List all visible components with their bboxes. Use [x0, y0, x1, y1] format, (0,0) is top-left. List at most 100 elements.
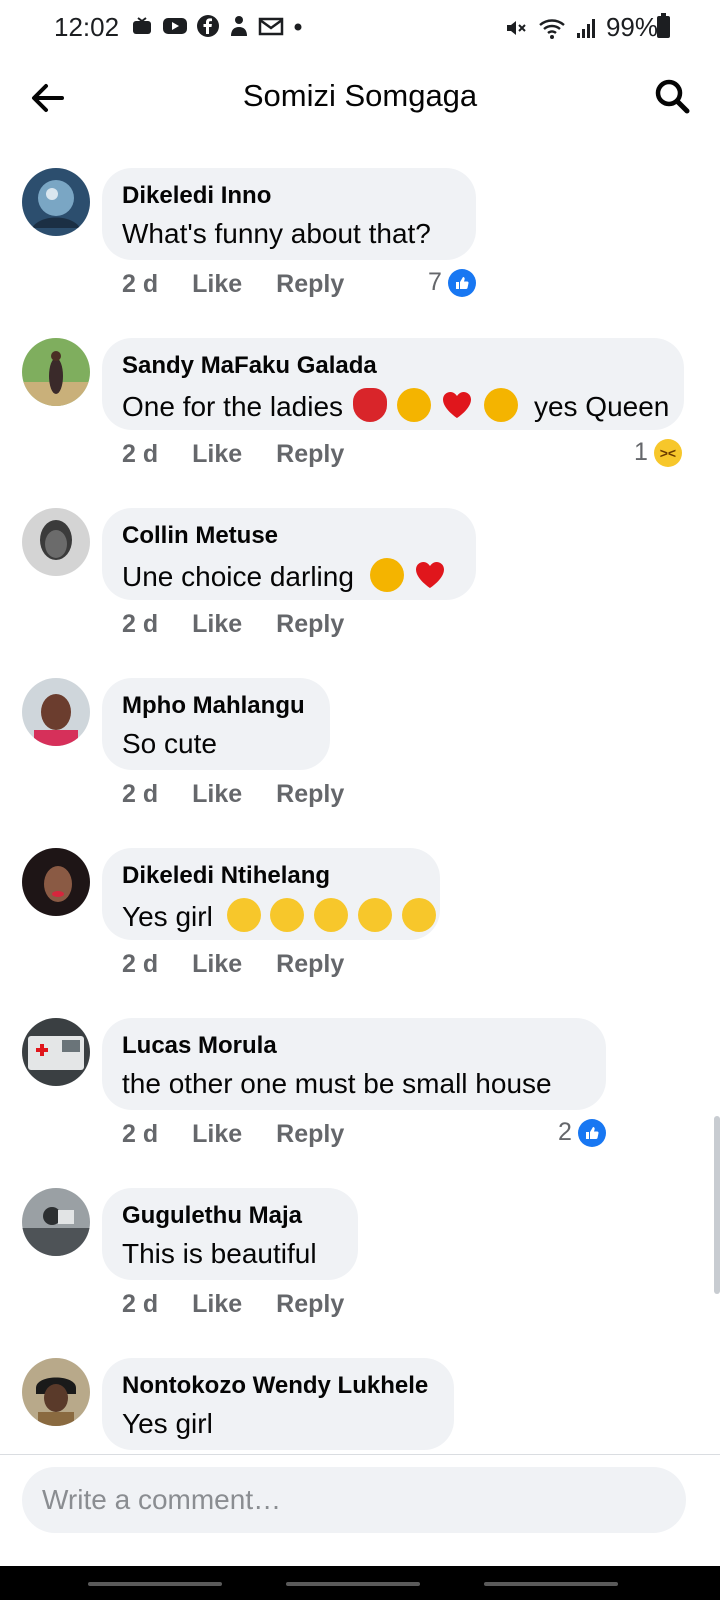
- status-right: 99%: [504, 12, 658, 43]
- like-button[interactable]: Like: [192, 780, 242, 809]
- comment-actions: 2 d Like Reply: [122, 780, 344, 809]
- battery-icon: [657, 13, 670, 38]
- comment-author[interactable]: Sandy MaFaku Galada: [122, 352, 664, 380]
- comment-author[interactable]: Gugulethu Maja: [122, 1202, 338, 1230]
- wifi-icon: [539, 18, 565, 39]
- comment-text: Une choice darling: [122, 558, 456, 593]
- victory-hand-emoji-icon: [484, 388, 519, 422]
- comment-composer: [0, 1454, 720, 1566]
- comment-time: 2 d: [122, 1120, 159, 1148]
- battery-percentage: 99%: [605, 12, 658, 42]
- reaction-summary[interactable]: 2: [558, 1118, 606, 1147]
- reaction-count: 7: [428, 268, 442, 296]
- nav-back-button[interactable]: [484, 1582, 618, 1586]
- comment-item: Gugulethu Maja This is beautiful 2 d Lik…: [0, 1162, 720, 1332]
- comment-item: Dikeledi Inno What's funny about that? 2…: [0, 142, 720, 312]
- avatar[interactable]: [22, 848, 90, 916]
- comment-author[interactable]: Mpho Mahlangu: [122, 692, 310, 720]
- heart-emoji-icon: [440, 388, 474, 422]
- comment-item: Sandy MaFaku Galada One for the ladies y…: [0, 312, 720, 482]
- status-time: 12:02: [54, 12, 120, 42]
- gmail-icon: [258, 17, 284, 36]
- comment-bubble[interactable]: Nontokozo Wendy Lukhele Yes girl: [102, 1358, 454, 1450]
- reply-button[interactable]: Reply: [276, 780, 344, 809]
- comment-actions: 2 d Like Reply: [122, 1120, 344, 1149]
- like-button[interactable]: Like: [192, 1120, 242, 1149]
- reply-button[interactable]: Reply: [276, 610, 344, 639]
- comment-text-main: Une choice darling: [122, 561, 354, 592]
- comment-bubble[interactable]: Lucas Morula the other one must be small…: [102, 1018, 606, 1110]
- ok-hand-emoji-icon: [396, 388, 431, 422]
- search-icon: [655, 79, 690, 114]
- joy-emoji-icon: [226, 898, 261, 932]
- person-icon: [231, 16, 247, 36]
- reaction-summary[interactable]: 1 ><: [634, 438, 682, 467]
- comment-bubble[interactable]: Collin Metuse Une choice darling: [102, 508, 476, 600]
- avatar[interactable]: [22, 1188, 90, 1256]
- avatar[interactable]: [22, 508, 90, 576]
- comment-text: the other one must be small house: [122, 1068, 552, 1099]
- joy-emoji-icon: [357, 898, 392, 932]
- comment-author[interactable]: Nontokozo Wendy Lukhele: [122, 1372, 434, 1400]
- like-button[interactable]: Like: [192, 440, 242, 469]
- comment-author[interactable]: Dikeledi Inno: [122, 182, 456, 210]
- comment-text-after: yes Queen: [533, 391, 670, 422]
- reply-button[interactable]: Reply: [276, 440, 344, 469]
- reply-button[interactable]: Reply: [276, 1120, 344, 1149]
- smiling-hearts-emoji-icon: [401, 898, 436, 932]
- comment-text-main: Yes girl: [122, 901, 213, 932]
- clap-emoji-icon: [369, 558, 404, 592]
- thumbs-up-icon: [577, 1118, 606, 1147]
- comment-author[interactable]: Lucas Morula: [122, 1032, 586, 1060]
- signal-icon: [576, 18, 595, 38]
- thumbs-up-icon: [447, 268, 476, 297]
- avatar[interactable]: [22, 168, 90, 236]
- avatar[interactable]: [22, 1018, 90, 1086]
- reaction-summary[interactable]: 7: [428, 268, 476, 297]
- comment-actions: 2 d Like Reply: [122, 270, 344, 299]
- reply-button[interactable]: Reply: [276, 950, 344, 979]
- comment-bubble[interactable]: Dikeledi Ntihelang Yes girl: [102, 848, 440, 940]
- comment-actions: 2 d Like Reply: [122, 610, 344, 639]
- page-title: Somizi Somgaga: [242, 78, 478, 113]
- comment-bubble[interactable]: Sandy MaFaku Galada One for the ladies y…: [102, 338, 684, 430]
- avatar[interactable]: [22, 1358, 90, 1426]
- sob-emoji-icon: [314, 898, 349, 932]
- reply-button[interactable]: Reply: [276, 1290, 344, 1319]
- comment-item: Mpho Mahlangu So cute 2 d Like Reply: [0, 652, 720, 822]
- comment-time: 2 d: [122, 780, 159, 808]
- avatar[interactable]: [22, 338, 90, 406]
- app-header: Somizi Somgaga: [0, 56, 720, 142]
- system-nav-bar: [0, 1566, 720, 1600]
- comment-bubble[interactable]: Dikeledi Inno What's funny about that?: [102, 168, 476, 260]
- nav-home-button[interactable]: [286, 1582, 420, 1586]
- notification-icon: [133, 17, 151, 34]
- comment-item: Collin Metuse Une choice darling 2 d Lik…: [0, 482, 720, 652]
- comment-input[interactable]: [22, 1467, 686, 1533]
- like-button[interactable]: Like: [192, 1290, 242, 1319]
- dancer-emoji-icon: [352, 388, 387, 422]
- comment-text: So cute: [122, 728, 217, 759]
- comment-time: 2 d: [122, 440, 159, 468]
- scrollbar[interactable]: [714, 1116, 720, 1294]
- status-bar: 12:02 99%: [0, 0, 720, 56]
- like-button[interactable]: Like: [192, 610, 242, 639]
- comment-author[interactable]: Collin Metuse: [122, 522, 456, 550]
- mute-icon: [506, 20, 526, 35]
- search-button[interactable]: [650, 74, 694, 118]
- like-button[interactable]: Like: [192, 950, 242, 979]
- comment-text: One for the ladies yes Queen: [122, 388, 669, 423]
- like-button[interactable]: Like: [192, 270, 242, 299]
- comment-text: Yes girl: [122, 1408, 213, 1439]
- avatar[interactable]: [22, 678, 90, 746]
- comment-bubble[interactable]: Gugulethu Maja This is beautiful: [102, 1188, 358, 1280]
- comment-author[interactable]: Dikeledi Ntihelang: [122, 862, 420, 890]
- sob-emoji-icon: [270, 898, 305, 932]
- heart-emoji-icon: [413, 558, 447, 592]
- youtube-icon: [163, 18, 187, 34]
- reply-button[interactable]: Reply: [276, 270, 344, 299]
- comment-time: 2 d: [122, 270, 159, 298]
- comment-bubble[interactable]: Mpho Mahlangu So cute: [102, 678, 330, 770]
- comment-actions: 2 d Like Reply: [122, 440, 344, 469]
- nav-recents-button[interactable]: [88, 1582, 222, 1586]
